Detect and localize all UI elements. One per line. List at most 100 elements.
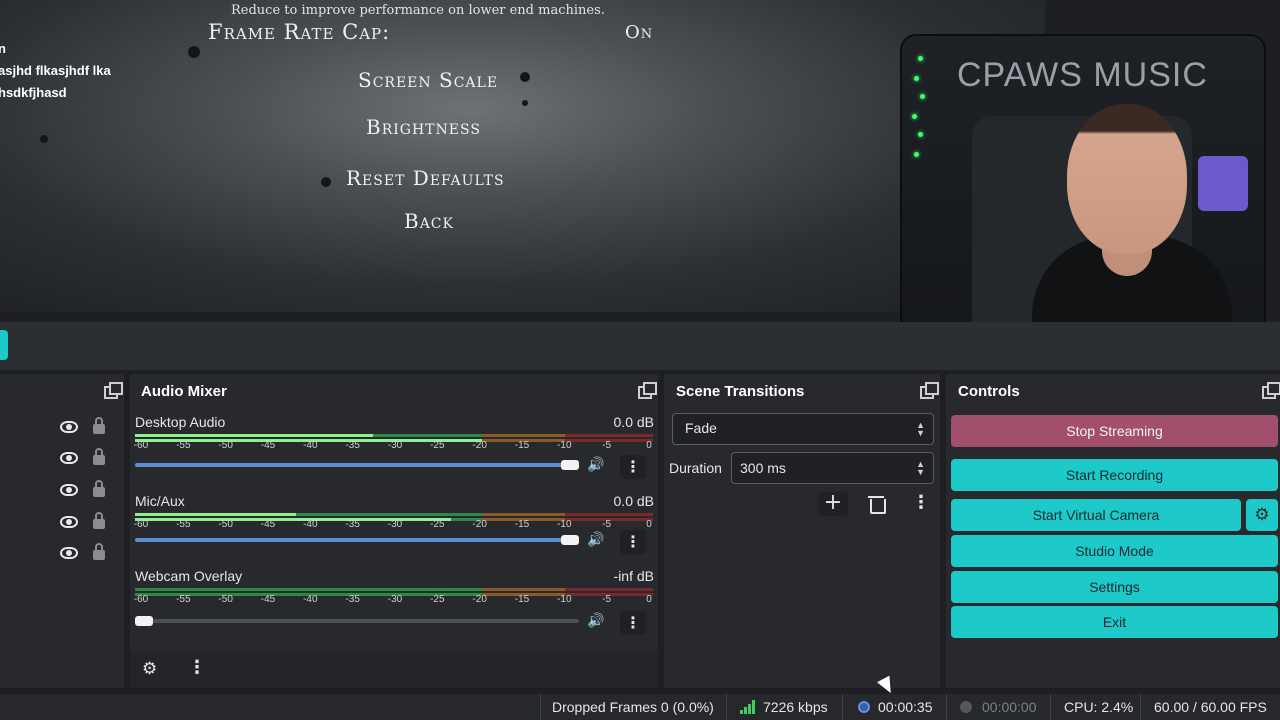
eye-icon[interactable] — [60, 421, 78, 433]
meter-tick-label: -40 — [303, 519, 318, 530]
twitch-icon — [1198, 156, 1248, 211]
speaker-icon[interactable]: 🔊 — [587, 532, 605, 548]
undock-icon[interactable] — [1262, 382, 1280, 399]
record-time: 00:00:00 — [982, 699, 1037, 715]
lock-icon[interactable] — [93, 512, 105, 529]
controls-title: Controls — [958, 383, 1020, 400]
toolbar-strip — [0, 322, 1280, 370]
webcam-feed: CPAWS MUSIC — [900, 34, 1266, 356]
volume-slider[interactable] — [135, 535, 579, 545]
audio-mixer-dock: Audio Mixer Desktop Audio 0.0 dB -60 -55 -… — [130, 374, 658, 688]
kebab-icon[interactable]: ⋮ — [620, 530, 646, 554]
eye-icon[interactable] — [60, 452, 78, 464]
status-separator — [726, 694, 727, 720]
volume-slider[interactable] — [135, 460, 579, 470]
kebab-icon[interactable]: ⋮ — [188, 657, 206, 678]
eye-icon[interactable] — [60, 547, 78, 559]
undock-icon[interactable] — [104, 382, 123, 399]
audio-mixer-title: Audio Mixer — [141, 383, 227, 400]
updown-icon: ▲ ▼ — [916, 420, 925, 438]
plus-icon[interactable]: + — [818, 492, 848, 516]
undock-icon[interactable] — [638, 382, 657, 399]
kebab-icon[interactable]: ⋮ — [912, 492, 930, 513]
speck — [188, 46, 200, 58]
meter-tick-label: -15 — [514, 440, 530, 451]
source-row[interactable] — [60, 480, 110, 501]
meter-tick-label: -45 — [260, 519, 276, 530]
stream-status-icon — [858, 701, 870, 713]
source-row[interactable] — [60, 543, 110, 564]
meter-tick-label: 0 — [646, 594, 652, 605]
start-virtual-camera-button[interactable]: Start Virtual Camera — [951, 499, 1241, 531]
led-light — [914, 76, 919, 81]
start-recording-button[interactable]: Start Recording — [951, 459, 1278, 491]
trash-icon[interactable] — [864, 492, 888, 516]
meter-tick-label: -25 — [430, 519, 445, 530]
gear-icon[interactable]: ⚙ — [142, 659, 157, 679]
menu-screen-scale: Screen Scale — [358, 68, 499, 92]
preview-canvas[interactable]: Reduce to improve performance on lower e… — [0, 0, 1045, 312]
channel-name: Webcam Overlay — [135, 568, 243, 584]
settings-button[interactable]: Settings — [951, 571, 1278, 603]
meter-tick-label: -60 — [133, 519, 149, 530]
speck — [40, 135, 48, 143]
speaker-icon[interactable]: 🔊 — [587, 457, 605, 473]
meter-tick-label: -35 — [345, 519, 360, 530]
cpu-usage: CPU: 2.4% — [1064, 699, 1134, 715]
fps: 60.00 / 60.00 FPS — [1154, 699, 1267, 715]
eye-icon[interactable] — [60, 516, 78, 528]
lock-icon[interactable] — [93, 480, 105, 497]
bitrate: 7226 kbps — [763, 699, 828, 715]
meter-level — [135, 513, 296, 516]
speck — [520, 72, 530, 82]
exit-button[interactable]: Exit — [951, 606, 1278, 638]
source-row[interactable] — [60, 417, 110, 438]
meter-tick-label: -15 — [514, 594, 530, 605]
record-status-icon — [960, 701, 972, 713]
eye-icon[interactable] — [60, 484, 78, 496]
lock-icon[interactable] — [93, 417, 105, 434]
sources-dock — [0, 374, 124, 688]
undock-icon[interactable] — [920, 382, 939, 399]
stop-streaming-button[interactable]: Stop Streaming — [951, 415, 1278, 447]
meter-tick-label: -45 — [260, 440, 276, 451]
lock-icon[interactable] — [93, 543, 105, 560]
meter-tick-label: -50 — [218, 440, 233, 451]
meter-tick-label: -10 — [557, 594, 572, 605]
slider-thumb[interactable] — [135, 616, 153, 626]
meter-tick-label: -30 — [387, 594, 403, 605]
source-row[interactable] — [60, 512, 110, 533]
chat-line: asjhd flkasjhdf lka — [0, 63, 111, 78]
lock-icon[interactable] — [93, 448, 105, 465]
strip-accent-button[interactable] — [0, 330, 8, 360]
status-separator — [1050, 694, 1051, 720]
status-separator — [540, 694, 541, 720]
chat-line: hsdkfjhasd — [0, 85, 67, 100]
gear-icon[interactable]: ⚙ — [1246, 499, 1278, 531]
kebab-icon[interactable]: ⋮ — [620, 455, 646, 479]
meter-tick-label: -20 — [472, 519, 487, 530]
mixer-footer: ⚙ ⋮ — [130, 652, 658, 688]
duration-input[interactable]: 300 ms ▲ ▼ — [731, 452, 934, 484]
speaker-icon[interactable]: 🔊 — [587, 613, 605, 629]
transition-select[interactable]: Fade ▲ ▼ — [672, 413, 934, 445]
webcam-person-head — [1067, 104, 1187, 254]
dropped-frames: Dropped Frames 0 (0.0%) — [552, 699, 714, 715]
meter-tick-label: 0 — [646, 519, 652, 530]
meter-tick-label: -35 — [345, 440, 360, 451]
meter-tick-label: -50 — [218, 594, 233, 605]
volume-slider[interactable] — [135, 616, 579, 626]
meter-tick-label: -20 — [472, 594, 487, 605]
slider-thumb[interactable] — [561, 535, 579, 545]
settings-note: Reduce to improve performance on lower e… — [231, 3, 605, 18]
kebab-icon[interactable]: ⋮ — [620, 611, 646, 635]
status-bar: Dropped Frames 0 (0.0%) 7226 kbps 00:00:… — [0, 694, 1280, 720]
studio-mode-button[interactable]: Studio Mode — [951, 535, 1278, 567]
led-light — [920, 94, 925, 99]
slider-thumb[interactable] — [561, 460, 579, 470]
duration-value: 300 ms — [740, 460, 786, 476]
transition-selected: Fade — [685, 420, 717, 436]
source-row[interactable] — [60, 448, 110, 469]
spin-icon[interactable]: ▲ ▼ — [916, 460, 925, 477]
speck — [522, 100, 528, 106]
